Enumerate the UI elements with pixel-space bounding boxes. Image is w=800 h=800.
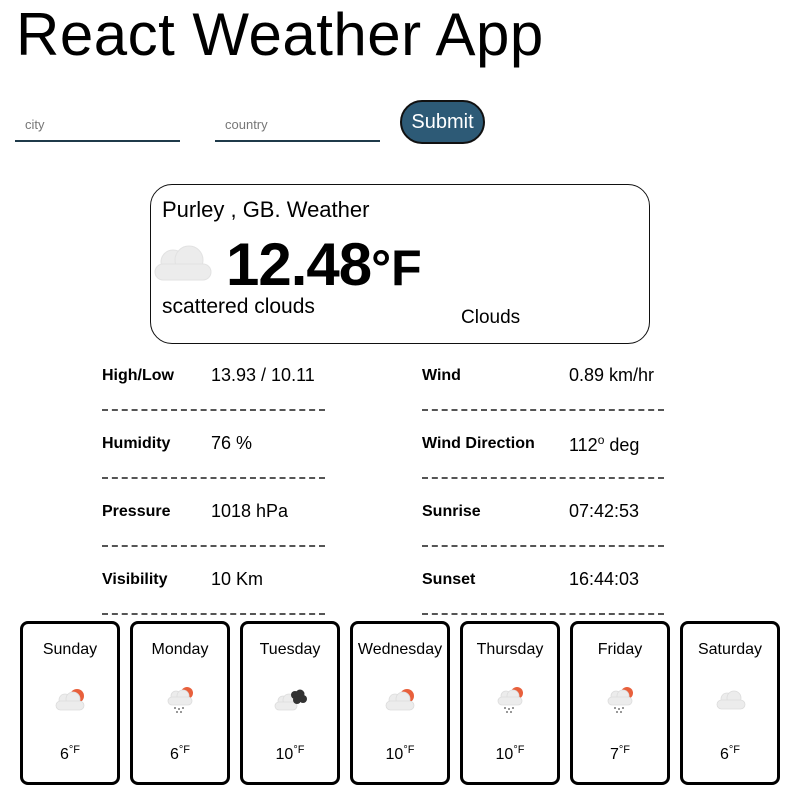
stat-wind-direction: Wind Direction 112o deg — [422, 411, 664, 479]
temperature-value: 12.48 — [226, 231, 372, 298]
stat-sunrise: Sunrise 07:42:53 — [422, 479, 664, 547]
stat-label: High/Low — [102, 367, 174, 384]
forecast-temp-value: 6 — [719, 746, 729, 763]
location-title: Purley , GB. Weather — [162, 197, 370, 222]
dark-clouds-icon — [273, 684, 309, 719]
stat-value: 16:44:03 — [569, 569, 640, 589]
stat-label: Wind Direction — [422, 435, 535, 452]
stat-label: Wind — [422, 367, 461, 384]
stat-value: 112o deg — [569, 433, 639, 456]
forecast-temp-unit: °F — [728, 744, 741, 756]
forecast-temp-unit: °F — [293, 744, 305, 756]
forecast-temp-value: 7 — [609, 746, 619, 763]
stat-value: 13.93 / 10.11 — [211, 365, 315, 385]
country-input[interactable] — [215, 108, 380, 142]
forecast-day: Tuesday — [259, 641, 321, 658]
forecast-card-thursday: Thursday 10°F — [460, 621, 560, 785]
partly-cloudy-icon — [383, 684, 419, 719]
forecast-card-friday: Friday 7°F — [570, 621, 670, 785]
stat-wind: Wind 0.89 km/hr — [422, 343, 664, 411]
stat-label: Visibility — [102, 571, 168, 588]
forecast-temp-unit: °F — [403, 744, 415, 756]
forecast-temp: 6°F — [683, 744, 777, 764]
forecast-temp: 6°F — [133, 744, 227, 764]
forecast-temp: 10°F — [463, 744, 557, 764]
stat-visibility: Visibility 10 Km — [102, 547, 325, 615]
forecast-temp-value: 10 — [495, 746, 514, 763]
stat-value: 0.89 km/hr — [569, 365, 655, 385]
rain-cloud-sun-icon — [493, 684, 529, 719]
weather-main: Clouds — [461, 307, 521, 328]
forecast-temp-unit: °F — [178, 744, 191, 756]
partly-cloudy-icon — [53, 684, 89, 719]
forecast-temp-value: 10 — [275, 746, 294, 763]
weather-description: scattered clouds — [162, 295, 315, 318]
forecast-day: Sunday — [42, 641, 98, 658]
stat-humidity: Humidity 76 % — [102, 411, 325, 479]
cloud-icon — [151, 240, 215, 289]
stat-value: 1018 hPa — [211, 501, 289, 521]
stat-label: Sunset — [422, 571, 476, 588]
city-input[interactable] — [15, 108, 180, 142]
forecast-temp-value: 6 — [169, 746, 179, 763]
forecast-temp: 10°F — [353, 744, 447, 764]
forecast-temp-unit: °F — [68, 744, 81, 756]
app-title: React Weather App — [16, 1, 544, 68]
stat-value: 76 % — [211, 433, 253, 453]
cloud-icon — [713, 684, 749, 719]
rain-cloud-sun-icon — [163, 684, 199, 719]
stat-pressure: Pressure 1018 hPa — [102, 479, 325, 547]
forecast-day: Monday — [151, 641, 209, 658]
wind-degrees: 112 — [569, 435, 598, 455]
forecast-card-tuesday: Tuesday 10°F — [240, 621, 340, 785]
rain-cloud-sun-icon — [603, 684, 639, 719]
stat-label: Sunrise — [422, 503, 481, 520]
submit-button[interactable]: Submit — [400, 100, 485, 144]
forecast-card-monday: Monday 6°F — [130, 621, 230, 785]
forecast-day: Wednesday — [357, 641, 443, 658]
forecast-temp: 10°F — [243, 744, 337, 764]
wind-unit: deg — [604, 435, 640, 455]
forecast-card-saturday: Saturday 6°F — [680, 621, 780, 785]
forecast-card-wednesday: Wednesday 10°F — [350, 621, 450, 785]
forecast-day: Friday — [597, 641, 643, 658]
forecast-day: Saturday — [697, 641, 763, 658]
forecast-card-sunday: Sunday 6°F — [20, 621, 120, 785]
forecast-temp-value: 10 — [385, 746, 404, 763]
stat-label: Pressure — [102, 503, 171, 520]
forecast-temp-unit: °F — [618, 744, 631, 756]
stat-value: 10 Km — [211, 569, 264, 589]
forecast-day: Thursday — [476, 641, 544, 658]
forecast-temp-unit: °F — [513, 744, 525, 756]
forecast-temp: 6°F — [23, 744, 117, 764]
forecast-temp-value: 6 — [59, 746, 69, 763]
stat-value: 07:42:53 — [569, 501, 640, 521]
stat-label: Humidity — [102, 435, 171, 452]
current-weather-card: Purley , GB. Weather 12.48°F scattered c… — [150, 184, 650, 344]
temperature-unit: °F — [371, 240, 422, 296]
stat-high-low: High/Low 13.93 / 10.11 — [102, 343, 325, 411]
forecast-temp: 7°F — [573, 744, 667, 764]
stat-sunset: Sunset 16:44:03 — [422, 547, 664, 615]
